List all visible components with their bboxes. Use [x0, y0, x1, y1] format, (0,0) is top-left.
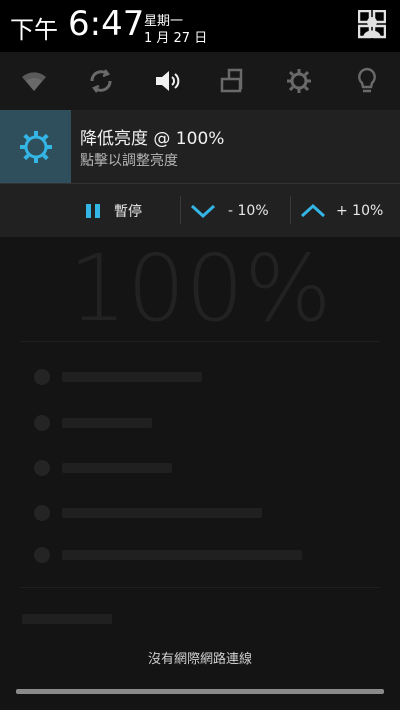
- decrease-label: - 10%: [228, 202, 269, 219]
- notification-icon-box: [0, 110, 71, 183]
- network-status: 沒有網際網路連線: [147, 652, 252, 667]
- sync-icon[interactable]: [86, 66, 116, 96]
- divider: [290, 196, 291, 224]
- notification-title: 降低亮度 @ 100%: [80, 129, 225, 149]
- increase-label: + 10%: [336, 202, 384, 219]
- decrease-brightness-button[interactable]: - 10%: [190, 184, 269, 237]
- notification-subtitle: 點擊以調整亮度: [80, 153, 178, 169]
- pause-label: 暫停: [114, 203, 142, 220]
- divider: [180, 196, 181, 224]
- screen-rotation-icon[interactable]: [218, 66, 248, 96]
- chevron-down-icon: [190, 204, 216, 218]
- wifi-icon[interactable]: [19, 66, 49, 96]
- quick-settings-row: [0, 52, 400, 111]
- brightness-notification[interactable]: 降低亮度 @ 100% 點擊以調整亮度 暫停 - 10% + 10%: [0, 110, 400, 237]
- notification-actions: 暫停 - 10% + 10%: [0, 184, 400, 237]
- clock[interactable]: 6:47: [68, 4, 144, 44]
- flashlight-icon[interactable]: [352, 66, 382, 96]
- time-period: 下午: [10, 16, 58, 44]
- pause-icon: [86, 203, 100, 218]
- volume-icon[interactable]: [152, 66, 182, 96]
- background-app: 100%: [0, 235, 400, 687]
- chevron-up-icon: [300, 203, 326, 217]
- brightness-icon[interactable]: [284, 66, 314, 96]
- divider: [20, 587, 380, 588]
- status-header: 下午 6:47 星期一 1 月 27 日: [0, 0, 400, 52]
- user-settings-icon[interactable]: [357, 9, 387, 40]
- date[interactable]: 1 月 27 日: [144, 27, 207, 46]
- divider: [20, 341, 380, 342]
- pause-button[interactable]: 暫停: [84, 184, 142, 237]
- background-brightness-value: 100%: [68, 235, 332, 342]
- shade-drag-handle[interactable]: [16, 689, 384, 694]
- brightness-gear-icon: [19, 130, 52, 163]
- increase-brightness-button[interactable]: + 10%: [300, 184, 383, 237]
